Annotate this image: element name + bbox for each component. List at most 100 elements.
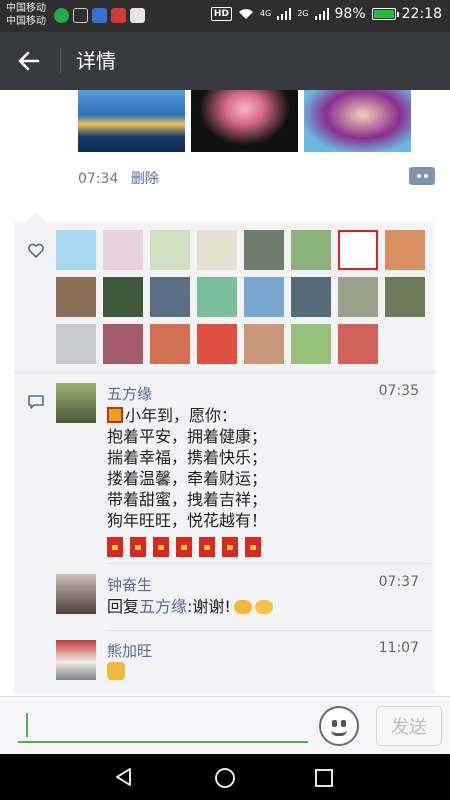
send-button[interactable]: 发送 [376,706,442,746]
comment-icon [28,395,44,409]
emoji-button[interactable] [319,706,359,746]
red-envelope-icon [107,537,123,557]
commenter-avatar[interactable] [56,383,96,423]
red-envelope-emojis [107,537,261,557]
network-2g: 2G [297,9,309,18]
nav-recents-icon[interactable] [314,768,334,788]
red-envelope-icon [245,537,261,557]
battery-icon [371,8,399,20]
post-photo-strip [78,90,411,152]
like-avatar[interactable] [56,324,96,364]
nav-back-icon[interactable] [114,767,134,787]
like-avatar[interactable] [150,324,190,364]
post-photo[interactable] [304,90,411,152]
like-avatar[interactable] [338,230,378,270]
comment-divider [107,630,431,631]
like-avatar[interactable] [291,324,331,364]
likes-avatar-grid [56,230,431,364]
red-envelope-icon [222,537,238,557]
like-avatar[interactable] [103,277,143,317]
like-avatar[interactable] [197,324,237,364]
back-arrow-icon[interactable] [14,46,44,76]
like-avatar[interactable] [338,324,378,364]
heart-icon [28,243,44,258]
comment-time: 11:07 [378,640,419,656]
commenter-name[interactable]: 钟奋生 [107,574,152,595]
comment-item[interactable]: 熊加旺 11:07 [56,640,431,692]
comment-time: 07:37 [378,574,419,590]
network-4g: 4G [259,9,272,18]
nav-home-icon[interactable] [214,767,236,789]
like-avatar[interactable] [197,230,237,270]
like-avatar[interactable] [244,230,284,270]
like-avatar[interactable] [56,277,96,317]
battery-percent: 98% [334,6,366,22]
like-avatar[interactable] [197,277,237,317]
interaction-panel: 五方缘 07:35 小年到，愿你： 抱着平安，拥着健康； 揣着幸福，携着快乐； … [14,222,435,694]
comment-text [107,662,427,683]
like-avatar[interactable] [150,230,190,270]
notification-app-icon [54,8,69,23]
commenter-avatar[interactable] [56,574,96,614]
status-bar: 中国移动 中国移动 HD 4G 2G 98% 22:18 [0,0,450,32]
comment-item[interactable]: 钟奋生 07:37 回复五方缘:谢谢! [56,574,431,626]
thumbs-up-emoji-icon [107,662,125,680]
like-avatar[interactable] [150,277,190,317]
text-cursor [26,713,28,737]
title-divider [60,48,61,74]
comment-text: 小年到，愿你： 抱着平安，拥着健康； 揣着幸福，携着快乐； 搂着温馨，牵着财运；… [107,406,268,530]
panel-divider [14,372,435,373]
signal-icon [277,8,292,20]
system-nav-bar [0,754,450,800]
like-avatar[interactable] [244,277,284,317]
clock: 22:18 [401,6,442,22]
title-bar: 详情 [0,32,450,90]
like-avatar[interactable] [385,230,425,270]
post-meta: 07:34 删除 [78,168,159,188]
like-avatar[interactable] [338,277,378,317]
post-photo[interactable] [78,90,185,152]
like-avatar[interactable] [103,324,143,364]
post-photo[interactable] [191,90,298,152]
commenter-name[interactable]: 五方缘 [107,383,152,404]
notification-app-icon [130,8,145,23]
commenter-avatar[interactable] [56,640,96,680]
red-envelope-icon [176,537,192,557]
hd-badge: HD [210,7,232,21]
like-avatar[interactable] [291,230,331,270]
comment-item[interactable]: 五方缘 07:35 小年到，愿你： 抱着平安，拥着健康； 揣着幸福，携着快乐； … [56,383,431,563]
notification-icons [54,8,145,23]
signal-icon [314,8,329,20]
notification-app-icon [92,8,107,23]
comment-action-button[interactable] [409,167,435,185]
like-avatar[interactable] [56,230,96,270]
commenter-name[interactable]: 熊加旺 [107,640,152,661]
like-avatar[interactable] [385,277,425,317]
panel-caret [26,212,46,222]
status-right: HD 4G 2G 98% 22:18 [210,6,442,22]
post-time: 07:34 [78,171,119,187]
red-envelope-icon [153,537,169,557]
usb-icon [73,8,88,23]
page-title: 详情 [76,49,116,73]
red-envelope-icon [130,537,146,557]
gift-emoji-icon [107,407,123,423]
like-avatar[interactable] [103,230,143,270]
comment-text: 回复五方缘:谢谢! [107,596,427,617]
comment-divider [107,563,431,564]
wifi-icon [238,9,253,19]
red-envelope-icon [199,537,215,557]
pray-emoji-icon [254,600,273,614]
carrier-labels: 中国移动 中国移动 [6,2,46,28]
reply-to-link[interactable]: 五方缘 [139,597,187,616]
comment-input[interactable] [18,709,308,743]
like-avatar[interactable] [244,324,284,364]
notification-app-icon [111,8,126,23]
comment-time: 07:35 [378,383,419,399]
carrier-1: 中国移动 [6,3,46,14]
delete-link[interactable]: 删除 [131,171,159,187]
carrier-2: 中国移动 [6,16,46,27]
like-avatar[interactable] [291,277,331,317]
comment-input-bar: 发送 [0,696,450,754]
handshake-emoji-icon [233,600,252,614]
